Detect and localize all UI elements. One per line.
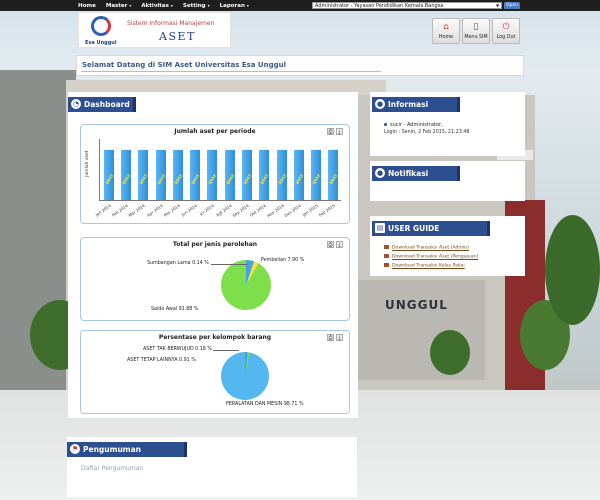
label-leader [211,264,247,265]
pie-slice-label: ASET TETAP LAINNYA 0.91 % [127,358,196,363]
chart-jenis-perolehan: Total per jenis perolehan ⎙ ⤓ Sumbangan … [80,237,350,321]
pie-chart [221,260,271,310]
organization-select[interactable]: Administrator - Yayasan Pendidikan Kemal… [312,2,502,9]
daftar-pengumuman-link[interactable]: Daftar Pengumuman [81,465,143,472]
building-sign: UNGGUL [385,298,448,312]
bullet-icon [384,123,387,126]
export-icon[interactable]: ⤓ [336,334,343,341]
chevron-down-icon: ▼ [495,3,500,8]
chart-kelompok-barang: Persentase per kelompok barang ⎙ ⤓ ASET … [80,330,350,414]
chevron-down-icon: ▾ [129,2,132,8]
download-icon [384,263,389,267]
plot-area: 8842 8842 8842 8842 8842 8842 8842 8842 8842 8842… [99,139,341,201]
chart-tools: ⎙ ⤓ [325,334,343,341]
top-menu: Home Master ▾ Aktivitas ▾ Setting ▾ Laporan… [78,3,259,9]
chart-title: Total per jenis perolehan [172,241,258,248]
chart-title: Persentase per kelompok barang [158,334,272,341]
x-tick-label: Okt 2014 [249,203,268,218]
login-time: Login : Senin, 2 Feb 2015, 21:23:48 [384,130,470,135]
welcome-text: Selamat Datang di SIM Aset Universitas E… [82,61,287,69]
announcement-icon: ⚑ [70,444,80,454]
print-icon[interactable]: ⎙ [327,334,334,341]
export-icon[interactable]: ⤓ [336,128,343,135]
user-guide-title: ▤ USER GUIDE [372,221,490,236]
nav-item-setting[interactable]: Setting ▾ [183,3,210,9]
x-tick-label: Jan 2015 [301,203,319,218]
welcome-bar: Selamat Datang di SIM Aset Universitas E… [76,55,524,76]
x-tick-label: Feb 2014 [110,203,129,218]
dashboard-panel: ◔ Dashboard Jumlah aset per periode ⎙ ⤓ … [68,92,358,418]
print-icon[interactable]: ⎙ [327,128,334,135]
chart-aset-per-periode: Jumlah aset per periode ⎙ ⤓ Jumlah aset … [80,124,350,224]
chart-title: Jumlah aset per periode [174,128,256,135]
pie-slice-label: PERALATAN DAN MESIN 98.71 % [226,402,304,407]
x-tick-label: Mar 2014 [127,203,147,218]
tree [430,330,470,375]
app-logo[interactable]: Esa Unggul Sistem Informasi Manajemen AS… [78,12,231,48]
app-name: ASET [159,30,196,43]
home-button[interactable]: ⌂ Home [432,18,460,44]
info-icon: ● [375,99,385,109]
bar-chart-area: Jumlah aset 8842 8842 8842 8842 8842 8842 8842… [85,139,341,218]
divider [81,71,381,72]
dashboard-icon: ◔ [71,99,81,109]
x-tick-label: Des 2014 [283,203,302,219]
chevron-down-icon: ▾ [170,2,173,8]
informasi-title: ● Informasi [372,97,460,112]
x-tick-label: Jul 2014 [199,203,216,217]
user-info: sucir - Administrator, [384,122,443,128]
download-icon [384,254,389,258]
x-tick-label: Agt 2014 [214,203,233,218]
document-icon: ▯ [473,22,479,32]
university-emblem-icon [91,16,111,36]
x-tick-label: Jan 2014 [94,203,112,218]
book-icon: ▤ [375,223,385,233]
nav-item-laporan[interactable]: Laporan ▾ [220,3,249,9]
x-tick-label: Sep 2014 [231,203,250,218]
x-tick-label: Apr 2014 [145,203,164,218]
label-leader [213,350,239,351]
x-tick-label: Jun 2014 [180,203,198,218]
pie-chart [221,352,269,400]
chevron-down-icon: ▾ [207,2,210,8]
y-axis-label: Jumlah aset [85,150,90,178]
pengumuman-panel: ⚑ Pengumuman Daftar Pengumuman [67,437,357,497]
x-tick-label: Nov 2014 [265,203,285,219]
nav-item-aktivitas[interactable]: Aktivitas ▾ [141,3,173,9]
chart-tools: ⎙ ⤓ [325,241,343,248]
menu-sim-button[interactable]: ▯ Menu SIM [462,18,490,44]
nav-item-master[interactable]: Master ▾ [106,3,132,9]
pengumuman-title: ⚑ Pengumuman [67,442,187,457]
user-guide-panel: ▤ USER GUIDE Download Transaksi Aset (Ad… [370,216,525,276]
chart-tools: ⎙ ⤓ [325,128,343,135]
logout-icon: ⏻ [502,22,510,32]
pie-slice-label: Saldo Awal 91.88 % [151,307,199,312]
guide-link-admin[interactable]: Download Transaksi Aset (Admin) [384,245,469,251]
tree [545,215,600,325]
home-icon: ⌂ [443,22,449,32]
nav-item-home[interactable]: Home [78,3,96,9]
open-button[interactable]: Open [504,2,520,9]
informasi-panel: ● Informasi sucir - Administrator, Login… [370,92,525,156]
chevron-down-icon: ▾ [246,2,249,8]
download-icon [384,245,389,249]
notification-icon: ● [375,168,385,178]
notifikasi-title: ● Notifikasi [372,166,460,181]
top-navbar: Home Master ▾ Aktivitas ▾ Setting ▾ Laporan… [0,0,600,11]
export-icon[interactable]: ⤓ [336,241,343,248]
x-tick-label: Feb 2015 [318,203,337,218]
print-icon[interactable]: ⎙ [327,241,334,248]
university-name: Esa Unggul [85,40,117,46]
pie-slice-label: ASET TAK BERWUJUD 0.18 % [143,347,212,352]
logout-button[interactable]: ⏻ Log Out [492,18,520,44]
pie-slice-label: Pembelian 7.90 % [261,258,305,263]
notifikasi-panel: ● Notifikasi [370,161,525,201]
guide-link-pengajuan[interactable]: Download Transaksi Aset (Pengajuan) [384,254,478,260]
guide-link-kelas-pakai[interactable]: Download Transaksi Kelas Pakai [384,263,465,269]
dashboard-title: ◔ Dashboard [68,97,136,112]
x-tick-label: Mei 2014 [162,203,181,218]
system-name: Sistem Informasi Manajemen [127,20,215,27]
pie-slice-label: Sumbangan Lama 0.14 % [147,261,209,266]
